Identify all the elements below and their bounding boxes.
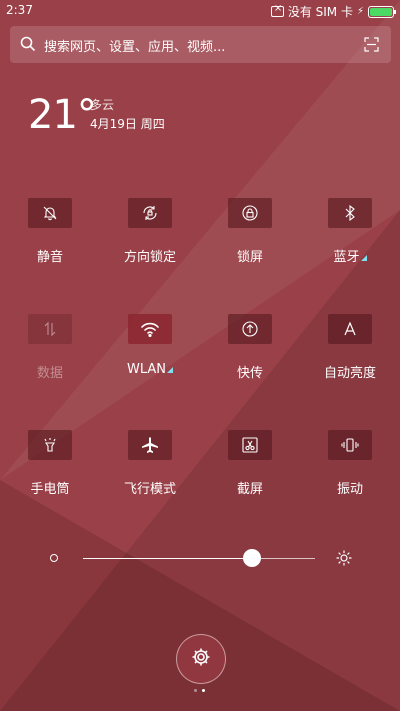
weather-condition: 多云 [90,98,115,112]
brightness-slider[interactable] [83,549,315,567]
toggle-label: 快传 [236,366,263,381]
lock-icon [228,198,272,228]
no-sim-icon [270,3,284,17]
toggle-label: 静音 [36,250,63,265]
quick-transfer-icon [228,314,272,344]
search-icon [20,36,36,56]
search-bar[interactable]: 搜索网页、设置、应用、视频... [10,26,391,63]
mute-bell-icon [28,198,72,228]
battery-icon [368,5,396,18]
brightness-high-icon [336,550,352,570]
toggle-auto-brightness[interactable]: 自动亮度 [310,314,390,404]
toggle-quick-transfer[interactable]: 快传 [210,314,290,404]
page-dot [194,689,197,692]
expand-corner-icon [167,367,173,373]
status-icons: 没有 SIM 卡 ⚡ [270,3,396,20]
brightness-fill [83,558,253,559]
flashlight-icon [28,430,72,460]
data-arrows-icon [28,314,72,344]
toggle-label: 飞行模式 [123,482,176,497]
expand-corner-icon [360,255,367,261]
airplane-icon [128,430,172,460]
scan-icon[interactable] [364,37,379,56]
toggle-airplane[interactable]: 飞行模式 [110,430,190,520]
toggle-rotation-lock[interactable]: 方向锁定 [110,198,190,288]
toggle-bluetooth[interactable]: 蓝牙 [310,198,390,288]
toggle-data[interactable]: 数据 [10,314,90,404]
toggle-label: 截屏 [236,482,263,497]
toggle-label: 自动亮度 [323,366,376,381]
toggle-wlan[interactable]: WLAN [110,314,190,404]
settings-button[interactable] [176,634,226,684]
brightness-low-icon [50,554,58,562]
carrier-text: 没有 SIM 卡 [287,5,353,19]
toggle-label: 手电筒 [30,482,70,497]
vibrate-icon [328,430,372,460]
toggle-label: 蓝牙 [310,246,390,265]
toggle-label: WLAN [110,362,190,377]
gear-icon [191,647,211,671]
bluetooth-icon [328,198,372,228]
toggle-lock-screen[interactable]: 锁屏 [210,198,290,288]
wifi-icon [128,314,172,344]
charging-bolt-icon: ⚡ [356,6,364,17]
toggle-label: 振动 [336,482,363,497]
rotation-lock-icon [128,198,172,228]
page-indicator [194,689,205,692]
toggle-mute[interactable]: 静音 [10,198,90,288]
status-time: 2:37 [6,3,33,17]
auto-brightness-icon [328,314,372,344]
status-bar: 2:37 没有 SIM 卡 ⚡ [0,0,400,22]
toggle-label: 数据 [36,366,63,381]
toggle-screenshot[interactable]: 截屏 [210,430,290,520]
weather-temperature[interactable]: 21° [28,92,97,138]
toggle-vibrate[interactable]: 振动 [310,430,390,520]
toggle-label: 锁屏 [236,250,263,265]
toggle-label: 方向锁定 [123,250,176,265]
page-dot-active [202,689,205,692]
search-input[interactable]: 搜索网页、设置、应用、视频... [44,36,225,55]
screenshot-icon [228,430,272,460]
toggle-flashlight[interactable]: 手电筒 [10,430,90,520]
weather-date: 4月19日 周四 [90,117,165,131]
